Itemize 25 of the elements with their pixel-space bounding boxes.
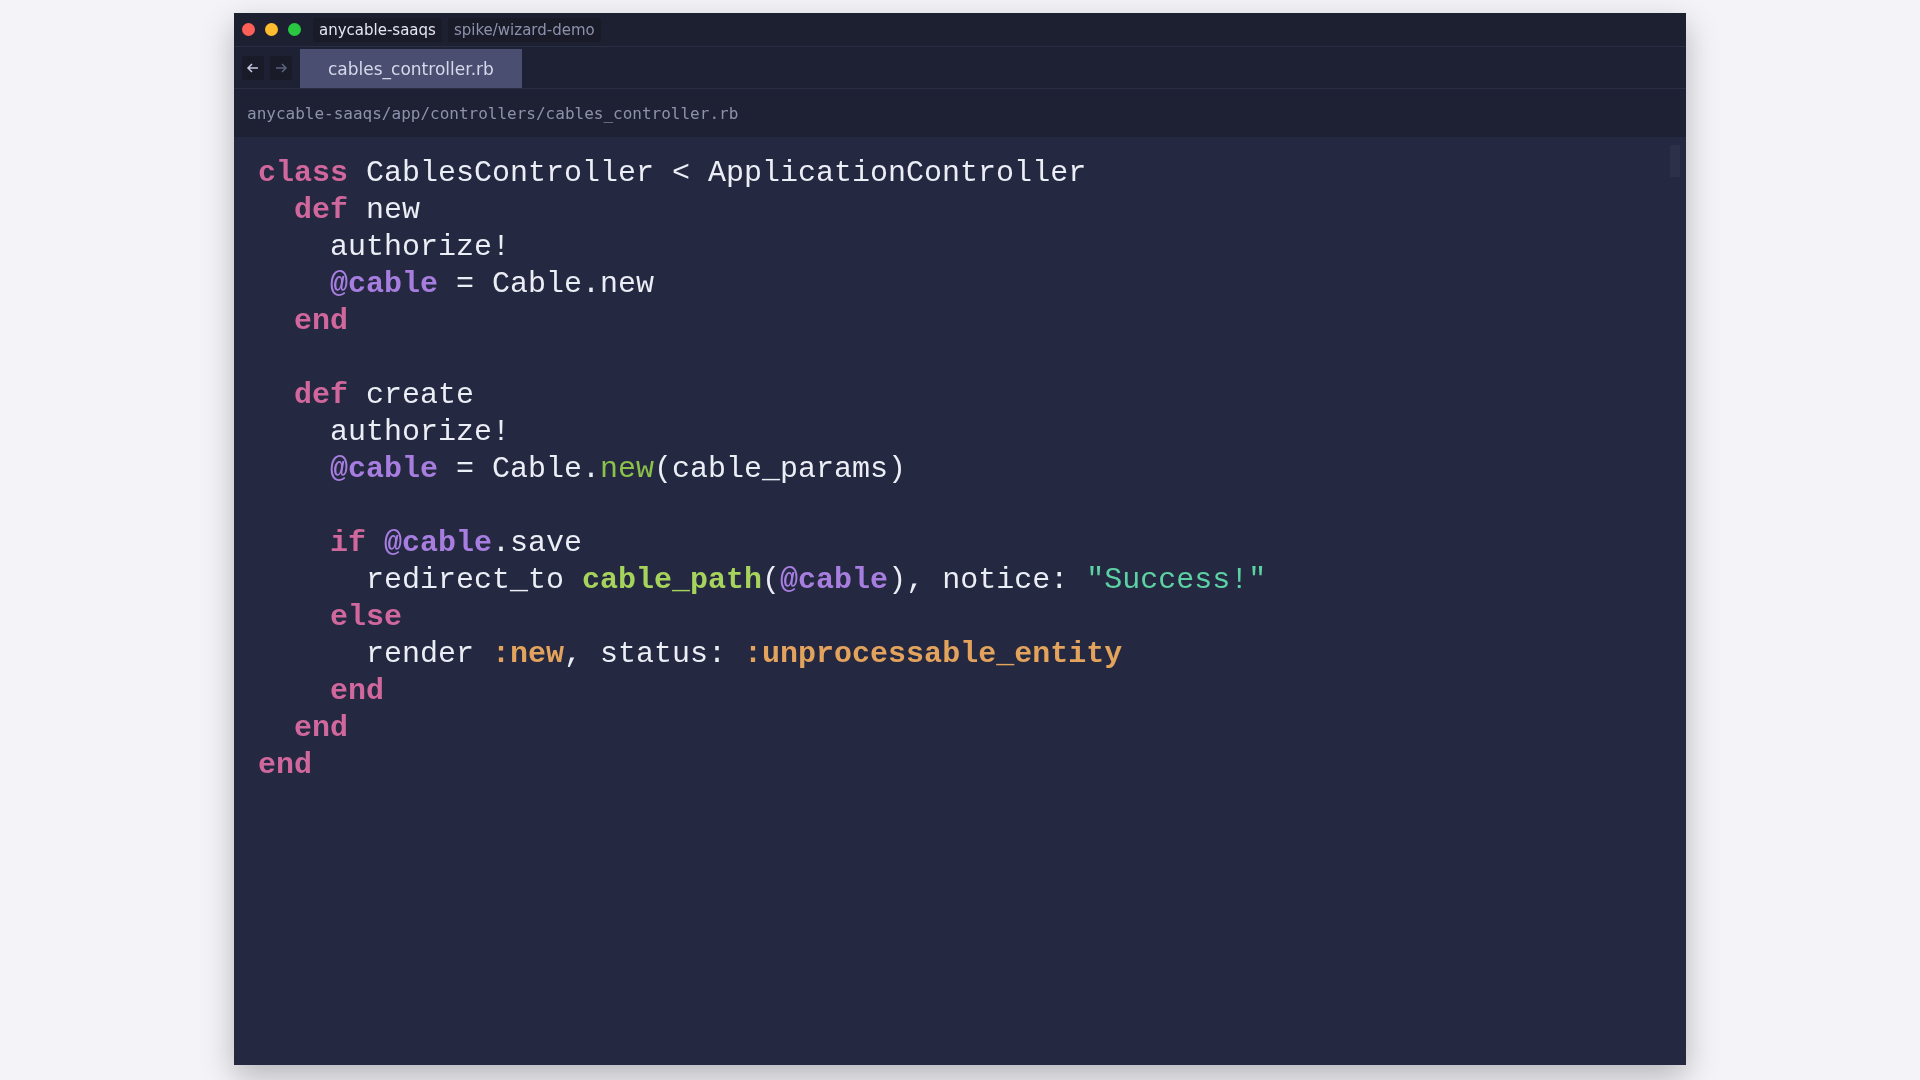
back-button[interactable] <box>242 55 264 80</box>
minimize-icon[interactable] <box>265 23 278 36</box>
file-path: anycable-saaqs/app/controllers/cables_controller.rb <box>247 103 739 123</box>
code-line: def new <box>293 192 421 229</box>
code-line: end <box>329 673 385 710</box>
code-line: authorize! <box>329 229 511 266</box>
code-line: if @cable.save <box>329 525 583 562</box>
code-line: redirect_to cable_path(@cable), notice: "Success!" <box>365 562 1267 599</box>
code-line: @cable = Cable.new <box>329 266 655 303</box>
code-line: else <box>329 599 403 636</box>
file-tab[interactable]: cables_controller.rb <box>300 49 522 88</box>
code-line: class CablesController < ApplicationController <box>258 155 1087 192</box>
arrow-right-icon <box>274 60 288 75</box>
code-line: def create <box>293 377 475 414</box>
code-line: @cable = Cable.new(cable_params) <box>329 451 907 488</box>
code-line: end <box>258 747 312 784</box>
zoom-icon[interactable] <box>288 23 301 36</box>
code-line: end <box>293 710 348 747</box>
code-line: end <box>293 303 348 340</box>
arrow-left-icon <box>246 60 260 75</box>
close-icon[interactable] <box>242 23 255 36</box>
code-line: render :new, status: :unprocessable_entity <box>365 636 1123 673</box>
code-line: authorize! <box>329 414 511 451</box>
branch-name[interactable]: spike/wizard-demo <box>447 17 601 42</box>
project-name[interactable]: anycable-saaqs <box>313 17 442 42</box>
